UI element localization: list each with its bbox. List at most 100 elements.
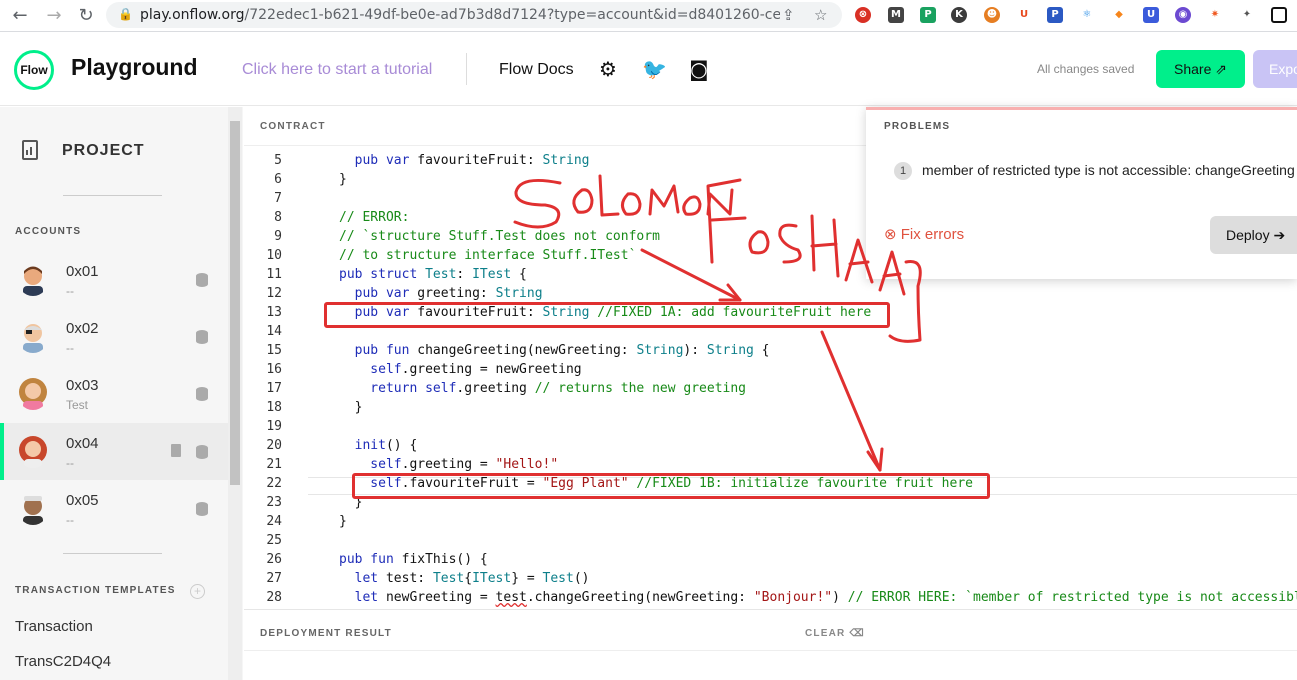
deploy-label: Deploy [1226,227,1270,243]
extension-icon-10[interactable]: U [1143,7,1159,23]
sidebar-scroll-thumb[interactable] [230,121,240,485]
account-subtitle: Test [66,398,89,412]
app-title: Playground [71,54,198,80]
code-line: pub var greeting: String [339,286,543,301]
code-line: init() { [339,438,418,453]
account-address: 0x02 [66,320,99,337]
metamask-icon[interactable]: ◆ [1111,7,1127,23]
extension-icon-1[interactable]: ⊗ [855,7,871,23]
back-icon[interactable]: ← [8,4,32,28]
template-item[interactable]: TransC2D4Q4 [15,653,111,670]
code-line: // ERROR: [339,210,410,225]
deployment-result-label: DEPLOYMENT RESULT [260,628,392,639]
project-label[interactable]: PROJECT [62,142,145,160]
account-item[interactable]: 0x03 Test [0,365,228,422]
extension-icon-11[interactable]: ◉ [1175,7,1191,23]
forward-icon[interactable]: → [42,4,66,28]
line-number: 24 [266,514,282,529]
browser-toolbar: ← → ↻ 🔒 play.onflow.org/722edec1-b621-49… [0,0,1297,32]
line-number: 19 [266,419,282,434]
extension-icon-4[interactable]: K [951,7,967,23]
line-number: 22 [266,476,282,491]
database-icon[interactable] [196,387,208,401]
line-number: 6 [274,172,282,187]
line-number: 13 [266,305,282,320]
deploy-button[interactable]: Deploy ➔ [1210,216,1297,254]
fix-errors-label: Fix errors [900,226,965,243]
line-number: 11 [266,267,282,282]
line-number: 5 [274,153,282,168]
share-label: Share [1174,61,1212,77]
add-template-icon[interactable]: + [190,584,205,599]
sidebar-divider [63,553,162,554]
react-icon[interactable]: ⚛ [1079,7,1095,23]
extensions-puzzle-icon[interactable]: ✦ [1239,7,1255,23]
external-link-icon: ⇗ [1215,61,1227,77]
problem-count-badge: 1 [894,162,912,180]
avatar [19,378,47,410]
account-item-selected[interactable]: 0x04 -- [0,423,228,480]
bookmark-star-icon[interactable]: ☆ [814,6,827,24]
code-line: let newGreeting = test.changeGreeting(ne… [339,590,1297,605]
selected-indicator [0,423,4,480]
address-bar[interactable]: 🔒 play.onflow.org/722edec1-b621-49df-be0… [106,2,842,28]
reload-icon[interactable]: ↻ [74,4,98,28]
extension-icon-5[interactable]: ☻ [984,7,1000,23]
line-number: 23 [266,495,282,510]
line-number: 7 [274,191,282,206]
transaction-templates-label: TRANSACTION TEMPLATES [15,585,176,596]
tutorial-link[interactable]: Click here to start a tutorial [242,61,432,79]
problem-message[interactable]: member of restricted type is not accessi… [922,162,1295,178]
account-subtitle: -- [66,284,74,298]
account-item[interactable]: 0x01 -- [0,251,228,308]
line-number: 10 [266,248,282,263]
code-line: } [339,400,363,415]
line-number: 9 [274,229,282,244]
database-icon[interactable] [196,273,208,287]
clear-button[interactable]: CLEAR ⌫ [805,628,865,639]
line-number: 12 [266,286,282,301]
account-subtitle: -- [66,456,74,470]
code-line: self.greeting = "Hello!" [339,457,559,472]
problems-panel: PROBLEMS 1 member of restricted type is … [866,107,1297,279]
flow-logo[interactable]: Flow [14,50,54,90]
line-number: 18 [266,400,282,415]
line-number: 25 [266,533,282,548]
discord-icon[interactable]: ◙ [687,57,711,81]
sidebar-divider [63,195,162,196]
code-line: // to structure interface Stuff.ITest` [339,248,637,263]
flow-forum-icon[interactable]: ⚙ [596,57,620,81]
share-button[interactable]: Share ⇗ [1156,50,1245,88]
extension-icon-6[interactable]: U [1016,7,1032,23]
project-icon [22,140,38,160]
deployment-result-panel: DEPLOYMENT RESULT CLEAR ⌫ [244,609,1297,680]
eraser-icon: ⌫ [849,628,865,639]
export-button[interactable]: Expo [1253,50,1297,88]
twitter-icon[interactable]: 🐦 [642,57,667,81]
extension-icon-7[interactable]: P [1047,7,1063,23]
extension-icon-2[interactable]: M [888,7,904,23]
share-page-icon[interactable]: ⇪ [782,6,795,24]
database-icon[interactable] [196,330,208,344]
code-line: } [339,172,347,187]
database-icon[interactable] [196,502,208,516]
code-line: let test: Test{ITest} = Test() [339,571,590,586]
header-divider [466,53,467,85]
account-item[interactable]: 0x02 -- [0,308,228,365]
extension-icon-12[interactable]: ✷ [1207,7,1223,23]
account-item[interactable]: 0x05 -- [0,480,228,537]
flow-docs-link[interactable]: Flow Docs [499,61,574,79]
database-icon[interactable] [196,445,208,459]
side-panel-icon[interactable] [1271,7,1287,23]
extension-icon-3[interactable]: P [920,7,936,23]
template-item[interactable]: Transaction [15,618,93,635]
line-number: 26 [266,552,282,567]
fix-errors-button[interactable]: ⊗ Fix errors [884,225,964,243]
clear-label: CLEAR [805,628,846,639]
code-line: } [339,514,347,529]
trash-icon[interactable] [171,444,181,457]
problems-label: PROBLEMS [884,121,951,132]
line-number: 28 [266,590,282,605]
annotation-box-fix-1b [352,473,990,499]
line-number: 27 [266,571,282,586]
